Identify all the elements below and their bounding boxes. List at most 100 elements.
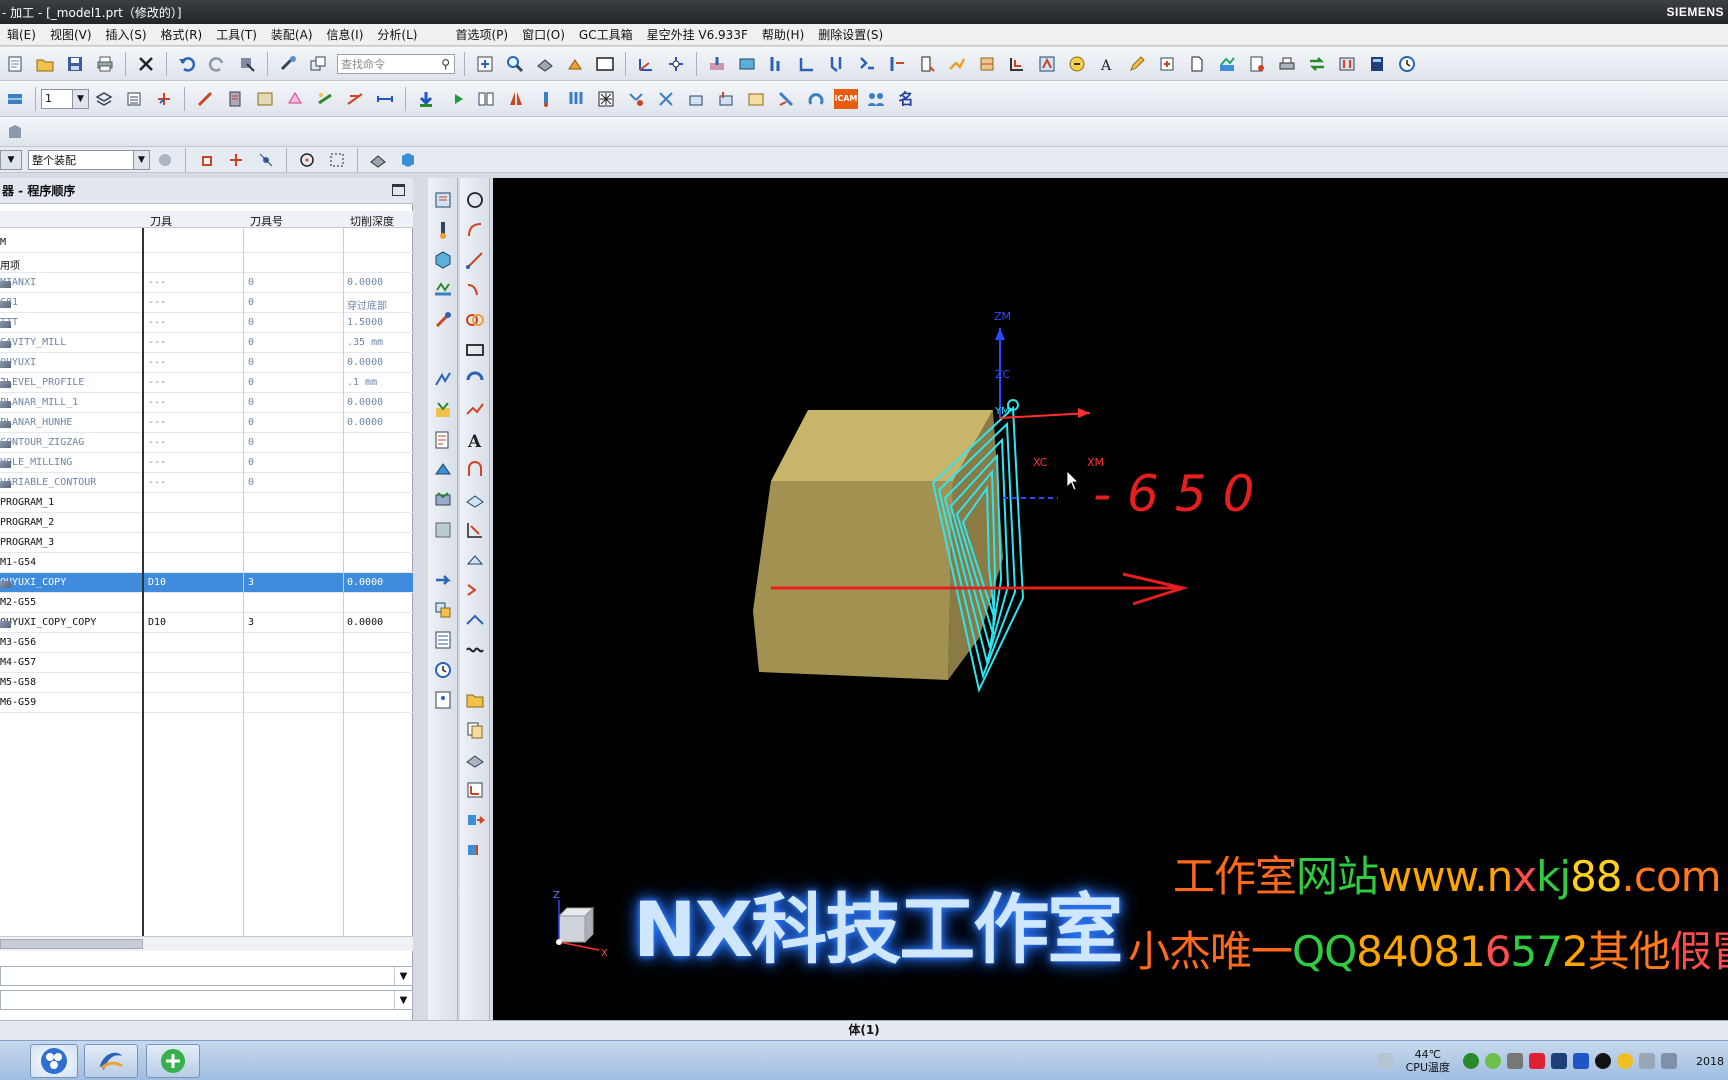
repeat-command-icon[interactable] — [275, 51, 301, 77]
operation-row[interactable]: PROGRAM_1 — [0, 493, 413, 513]
menu-window[interactable]: 窗口(O) — [515, 26, 572, 43]
line-icon[interactable] — [465, 250, 485, 270]
qq-icon[interactable] — [1595, 1053, 1611, 1069]
window-layout-icon[interactable] — [305, 51, 331, 77]
layer-copy-icon[interactable] — [121, 86, 147, 112]
circle-icon[interactable] — [465, 190, 485, 210]
operation-row[interactable]: QUYUXI_COPY_COPY D10 3 0.0000 — [0, 613, 413, 633]
undo-icon[interactable] — [174, 51, 200, 77]
plus-icon[interactable] — [1617, 1053, 1633, 1069]
cam-path-icon[interactable] — [342, 86, 368, 112]
chevron-down-icon[interactable]: ▼ — [394, 991, 412, 1009]
mirror-body-icon[interactable] — [465, 840, 485, 860]
name-tool-icon[interactable]: 名 — [893, 86, 919, 112]
snap-control-icon[interactable] — [253, 147, 279, 173]
monitor-icon[interactable] — [1639, 1053, 1655, 1069]
cam-tool-8-icon[interactable] — [914, 51, 940, 77]
solid-body-icon[interactable] — [365, 147, 391, 173]
shaded-view-icon[interactable] — [532, 51, 558, 77]
helix-icon[interactable] — [465, 310, 485, 330]
delete-x-icon[interactable] — [133, 51, 159, 77]
trim-curve-icon[interactable] — [465, 580, 485, 600]
cam-tool-9-icon[interactable] — [944, 51, 970, 77]
move-object-icon[interactable] — [465, 810, 485, 830]
graphics-viewport[interactable]: ZM ZC YM XC XM -650 Z X NX科技工作室 工作室网站www… — [493, 178, 1728, 1020]
selection-scope-select[interactable]: 整个装配 ▼ — [28, 149, 150, 170]
intersect-curve-icon[interactable] — [465, 520, 485, 540]
tool-path-edit-icon[interactable] — [433, 570, 453, 590]
export-icon[interactable] — [1154, 51, 1180, 77]
column-tool[interactable]: 刀具 — [150, 213, 172, 229]
taskbar-app-browser[interactable] — [146, 1044, 200, 1078]
operation-row[interactable]: VARIABLE_CONTOUR --- 0 — [0, 473, 413, 493]
rectangle-icon[interactable] — [465, 340, 485, 360]
filter-type-select[interactable]: ▼ — [0, 149, 22, 170]
nvidia-icon[interactable] — [1551, 1053, 1567, 1069]
multi-probe-icon[interactable] — [563, 86, 589, 112]
cam-tool-7-icon[interactable] — [884, 51, 910, 77]
operation-row[interactable]: QUYUXI_COPY D10 3 0.0000 — [0, 573, 413, 593]
postprocess-icon[interactable] — [433, 430, 453, 450]
menu-insert[interactable]: 插入(S) — [99, 26, 154, 43]
open-folder-icon[interactable] — [32, 51, 58, 77]
project-curve-icon[interactable] — [465, 490, 485, 510]
cam-tool-10-icon[interactable] — [974, 51, 1000, 77]
wcs-dynamic-icon[interactable] — [663, 51, 689, 77]
operation-row[interactable]: HOLE_MILLING --- 0 — [0, 453, 413, 473]
operation-row[interactable]: MIANXI --- 0 0.0000 — [0, 273, 413, 293]
operation-row[interactable]: M4-G57 — [0, 653, 413, 673]
cam-op-2-icon[interactable] — [653, 86, 679, 112]
green-flag-icon[interactable] — [443, 86, 469, 112]
operation-row[interactable]: QUYUXI --- 0 0.0000 — [0, 353, 413, 373]
volume-icon[interactable] — [1661, 1053, 1677, 1069]
cam-op-1-icon[interactable] — [623, 86, 649, 112]
operation-row[interactable]: ZLEVEL_PROFILE --- 0 .1 mm — [0, 373, 413, 393]
network-gear-icon[interactable] — [1507, 1053, 1523, 1069]
operation-row[interactable]: M5-G58 — [0, 673, 413, 693]
save-icon[interactable] — [62, 51, 88, 77]
polyline-icon[interactable] — [465, 400, 485, 420]
cube-icon[interactable] — [395, 147, 421, 173]
taskbar-app-nx[interactable] — [84, 1044, 138, 1078]
plot-icon[interactable] — [1274, 51, 1300, 77]
operation-row[interactable]: PLANAR_HUNHE --- 0 0.0000 — [0, 413, 413, 433]
transform-icon[interactable] — [433, 600, 453, 620]
cam-blank-icon[interactable] — [282, 86, 308, 112]
menu-help[interactable]: 帮助(H) — [755, 26, 811, 43]
operation-row[interactable]: M2-G55 — [0, 593, 413, 613]
list-icon[interactable] — [433, 630, 453, 650]
redo-icon[interactable] — [204, 51, 230, 77]
output-cls-icon[interactable] — [433, 490, 453, 510]
cam-tool-5-icon[interactable] — [824, 51, 850, 77]
info-report-icon[interactable] — [433, 690, 453, 710]
offset-curve-icon[interactable] — [465, 460, 485, 480]
spline-icon[interactable] — [465, 280, 485, 300]
cam-feed-icon[interactable] — [312, 86, 338, 112]
cam-op-3-icon[interactable] — [683, 86, 709, 112]
text-icon[interactable]: A — [465, 430, 485, 450]
bluetooth-icon[interactable] — [1573, 1053, 1589, 1069]
sync-icon[interactable] — [1304, 51, 1330, 77]
operation-row[interactable]: TTT --- 0 1.5000 — [0, 313, 413, 333]
tool-library-icon[interactable] — [1334, 51, 1360, 77]
operation-row[interactable]: M1-G54 — [0, 553, 413, 573]
operation-row[interactable]: 用项 — [0, 253, 413, 273]
cut-tool-icon[interactable] — [234, 51, 260, 77]
cam-utility-icon[interactable] — [2, 119, 28, 145]
menu-edit[interactable]: 辑(E) — [0, 26, 43, 43]
layer-settings-icon[interactable] — [2, 86, 28, 112]
cam-geometry-icon[interactable] — [192, 86, 218, 112]
filter-settings-icon[interactable] — [152, 147, 178, 173]
command-search-input[interactable]: 查找命令 ⚲ — [337, 53, 455, 74]
start-button[interactable] — [30, 1044, 78, 1078]
snap-center-icon[interactable] — [294, 147, 320, 173]
create-method-icon[interactable] — [433, 280, 453, 300]
cam-tool-11-icon[interactable] — [1004, 51, 1030, 77]
cam-tool-3-icon[interactable] — [764, 51, 790, 77]
work-layer-select[interactable]: 1 ▼ — [41, 88, 89, 109]
snap-midpoint-icon[interactable] — [223, 147, 249, 173]
chart-icon[interactable] — [1214, 51, 1240, 77]
plane-icon[interactable] — [465, 750, 485, 770]
fillet-icon[interactable] — [465, 370, 485, 390]
maximize-icon[interactable] — [392, 184, 405, 196]
